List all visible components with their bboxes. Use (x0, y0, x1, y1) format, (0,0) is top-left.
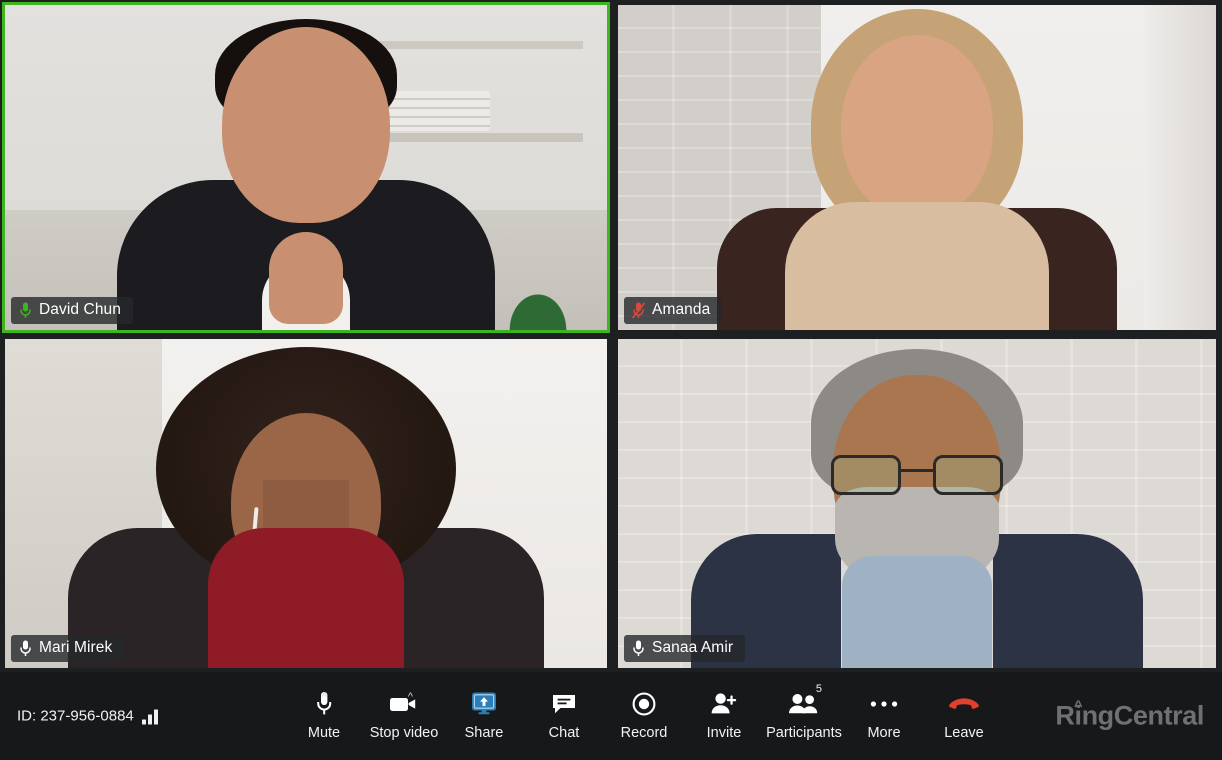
video-frame: Mari Mirek (5, 339, 607, 668)
mute-options-caret[interactable]: ^ (322, 692, 327, 703)
participants-count-badge: 5 (815, 683, 822, 696)
toolbar-controls: ^ Mute ^ Stop video Share Chat Record In… (284, 672, 1004, 760)
participant-video-sanaa-amir (618, 339, 1216, 668)
video-tile-david-chun[interactable]: David Chun (0, 0, 613, 334)
video-tile-sanaa-amir[interactable]: Sanaa Amir (613, 334, 1222, 672)
participant-video-david-chun (5, 5, 607, 330)
record-label: Record (620, 725, 668, 742)
video-frame: Amanda (618, 5, 1216, 330)
leave-button[interactable]: Leave (924, 672, 1004, 760)
invite-label: Invite (706, 725, 742, 742)
ringcentral-logo: R ^ ingCentral (1055, 697, 1205, 732)
signal-strength-icon (141, 709, 158, 725)
microphone-icon (20, 302, 31, 318)
participant-name-label: David Chun (11, 297, 133, 324)
participant-name-label: Amanda (624, 297, 723, 324)
chat-bubble-icon (551, 691, 577, 717)
screen-share-icon (470, 691, 498, 717)
person-add-icon (710, 691, 738, 717)
meeting-id-text: ID: 237-956-0884 (17, 707, 134, 725)
participant-name: Sanaa Amir (652, 639, 734, 657)
video-frame: Sanaa Amir (618, 339, 1216, 668)
people-icon: 5 (788, 684, 822, 717)
mute-button[interactable]: ^ Mute (284, 672, 364, 760)
meeting-window: David Chun Amanda Mari Mirek Sanaa Amir … (0, 0, 1222, 760)
more-label: More (867, 725, 901, 742)
participants-button[interactable]: 5 Participants (764, 672, 844, 760)
brand-i-wrap: ^ i (1073, 697, 1083, 732)
chat-button[interactable]: Chat (524, 672, 604, 760)
participant-name-label: Mari Mirek (11, 635, 125, 662)
microphone-icon (20, 640, 31, 656)
video-options-caret[interactable]: ^ (408, 692, 413, 703)
record-button[interactable]: Record (604, 672, 684, 760)
brand-text-post: ngCentral (1081, 700, 1205, 731)
video-camera-icon: ^ (389, 691, 419, 717)
phone-hangup-icon (947, 691, 981, 717)
participant-name: David Chun (39, 301, 121, 319)
stop-video-button[interactable]: ^ Stop video (364, 672, 444, 760)
share-label: Share (464, 725, 504, 742)
participant-name: Mari Mirek (39, 639, 113, 657)
video-grid: David Chun Amanda Mari Mirek Sanaa Amir (0, 0, 1222, 672)
share-button[interactable]: Share (444, 672, 524, 760)
mute-label: Mute (307, 725, 341, 742)
leave-label: Leave (944, 725, 984, 742)
more-button[interactable]: More (844, 672, 924, 760)
record-circle-icon (632, 691, 656, 717)
participants-label: Participants (766, 725, 842, 742)
chat-label: Chat (548, 725, 580, 742)
microphone-icon: ^ (315, 691, 333, 717)
video-tile-amanda[interactable]: Amanda (613, 0, 1222, 334)
ellipsis-icon (869, 691, 899, 717)
microphone-icon (633, 640, 644, 656)
meeting-id[interactable]: ID: 237-956-0884 (17, 708, 158, 725)
participant-video-amanda (618, 5, 1216, 330)
participant-video-mari-mirek (5, 339, 607, 668)
participant-name-label: Sanaa Amir (624, 635, 746, 662)
brand-text-pre: R (1055, 700, 1075, 731)
invite-button[interactable]: Invite (684, 672, 764, 760)
participant-name: Amanda (652, 301, 711, 319)
stop-video-label: Stop video (369, 725, 439, 742)
brand-circumflex: ^ (1073, 697, 1083, 715)
video-tile-mari-mirek[interactable]: Mari Mirek (0, 334, 613, 672)
meeting-toolbar: ID: 237-956-0884 ^ Mute ^ Stop video Sha… (0, 672, 1222, 760)
video-frame: David Chun (5, 5, 607, 330)
microphone-muted-icon (632, 302, 645, 319)
